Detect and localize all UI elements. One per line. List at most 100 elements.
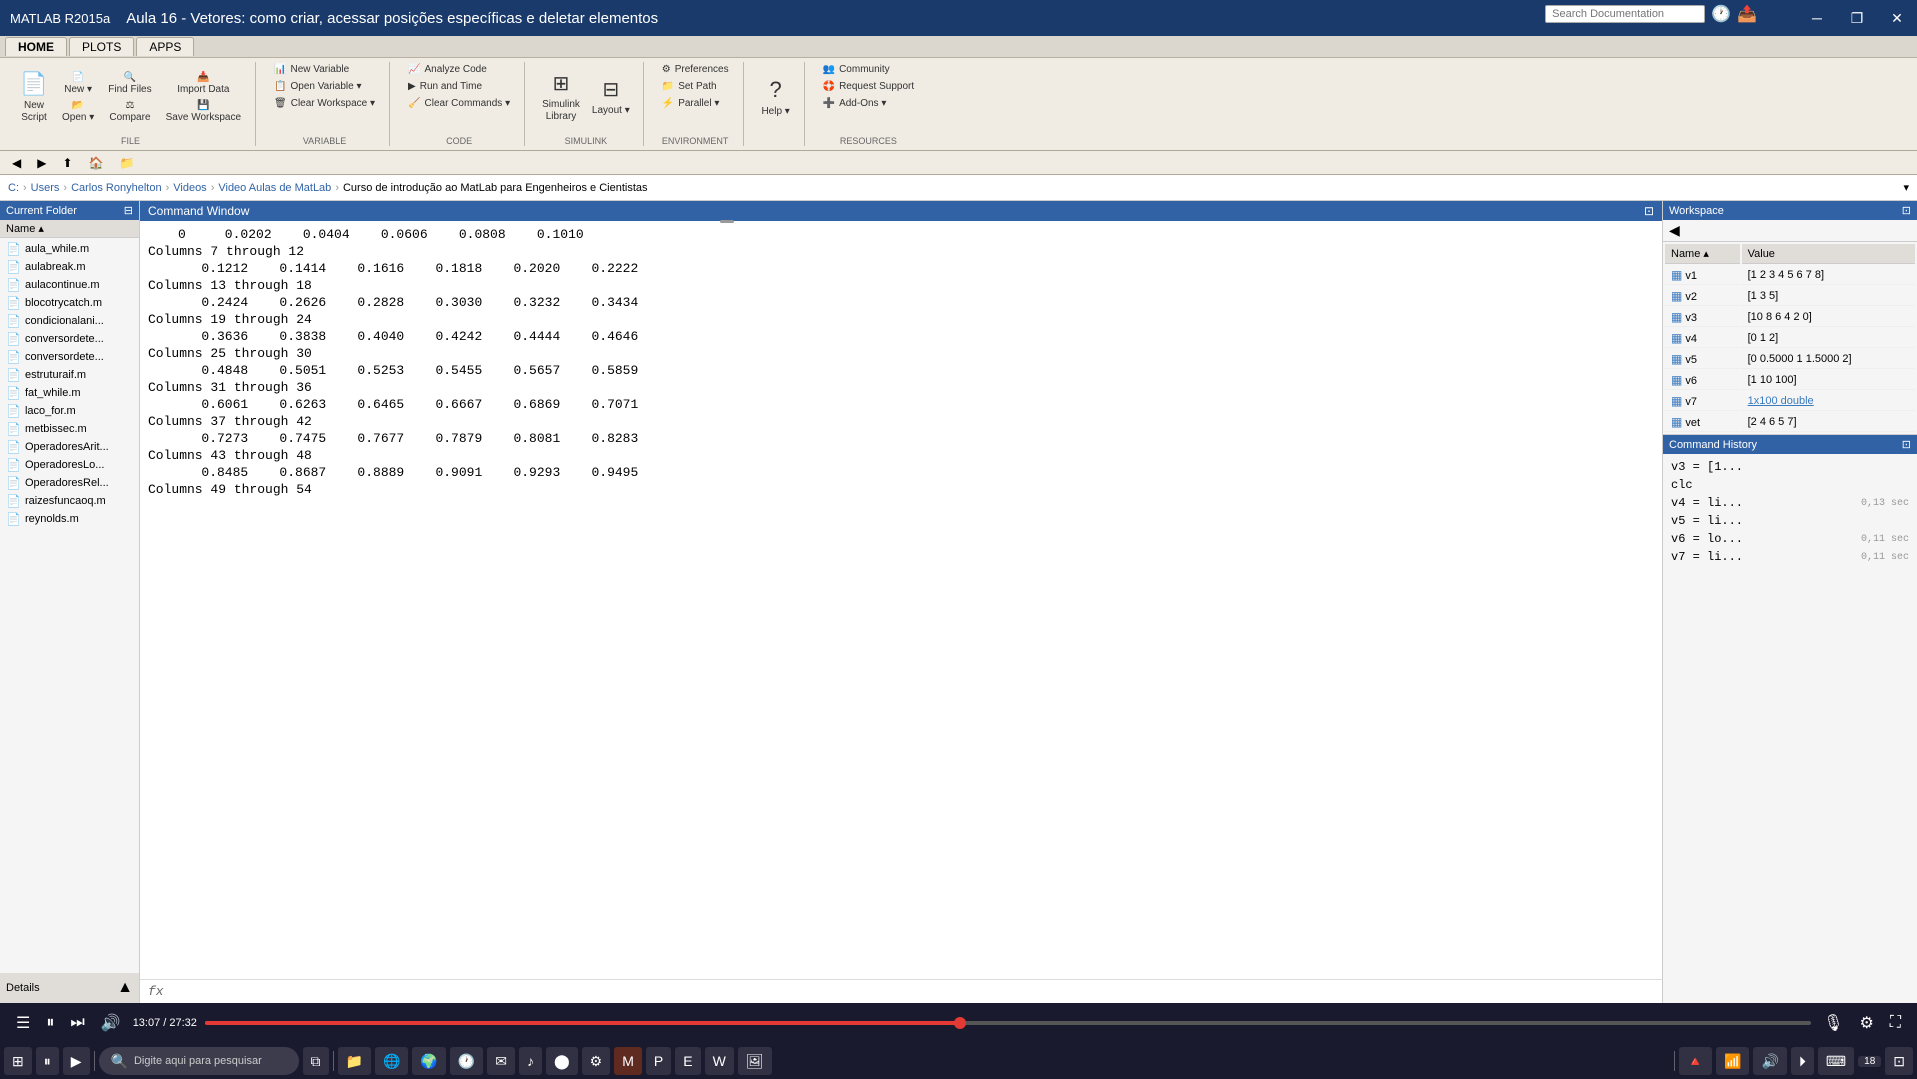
- details-collapse-icon[interactable]: ▲: [117, 979, 133, 997]
- keyboard-button[interactable]: ⌨: [1818, 1047, 1854, 1075]
- list-item[interactable]: 📄 aula_while.m: [2, 240, 137, 258]
- analyze-code-button[interactable]: 📈 Analyze Code: [402, 62, 493, 77]
- matlab-taskbar-button[interactable]: M: [614, 1047, 642, 1075]
- table-row[interactable]: ▦ vet [2 4 6 5 7]: [1665, 413, 1915, 432]
- command-prompt[interactable]: fx: [140, 979, 1662, 1003]
- start-button[interactable]: ⊞: [4, 1047, 32, 1075]
- workspace-back-button[interactable]: ◀: [1665, 222, 1684, 239]
- breadcrumb-videos[interactable]: Videos: [173, 182, 206, 194]
- close-button[interactable]: ✕: [1877, 0, 1917, 36]
- history-item[interactable]: v6 = lo... 0,11 sec: [1671, 530, 1909, 548]
- run-and-time-button[interactable]: ▶ Run and Time: [402, 79, 488, 94]
- tab-home[interactable]: HOME: [5, 37, 67, 56]
- help-button[interactable]: ? Help ▾: [756, 62, 796, 132]
- clear-workspace-button[interactable]: 🗑 Clear Workspace ▾: [268, 96, 381, 111]
- table-row[interactable]: ▦ v4 [0 1 2]: [1665, 329, 1915, 348]
- nav-home-button[interactable]: 🏠: [85, 156, 108, 170]
- nav-back-button[interactable]: ◀: [8, 156, 25, 170]
- list-item[interactable]: 📄 estruturaif.m: [2, 366, 137, 384]
- table-row[interactable]: ▦ v7 1x100 double: [1665, 392, 1915, 411]
- word-taskbar-button[interactable]: W: [705, 1047, 734, 1075]
- nav-up-button[interactable]: ⬆: [58, 156, 76, 170]
- import-data-button[interactable]: 📥 Import Data: [160, 70, 247, 97]
- tab-plots[interactable]: PLOTS: [69, 37, 134, 56]
- task-view-button[interactable]: ⧉: [303, 1047, 329, 1075]
- spotify-button[interactable]: ♪: [519, 1047, 542, 1075]
- chrome-button[interactable]: ⬤: [546, 1047, 578, 1075]
- history-item[interactable]: clc: [1671, 476, 1909, 494]
- history-panel-icon[interactable]: ⊡: [1902, 438, 1911, 451]
- next-button[interactable]: ⏭: [66, 1014, 88, 1032]
- preferences-button[interactable]: ⚙ Preferences: [656, 62, 735, 77]
- network-icon[interactable]: 📶: [1716, 1047, 1749, 1075]
- volume-button[interactable]: 🔊: [97, 1013, 125, 1033]
- var-value-link[interactable]: 1x100 double: [1748, 395, 1814, 407]
- command-input[interactable]: [170, 984, 1654, 999]
- nav-forward-button[interactable]: ▶: [33, 156, 50, 170]
- mail-button[interactable]: ✉: [487, 1047, 515, 1075]
- minimize-button[interactable]: ─: [1797, 0, 1837, 36]
- history-item[interactable]: v5 = li...: [1671, 512, 1909, 530]
- show-desktop-button[interactable]: ⊡: [1885, 1047, 1913, 1075]
- list-item[interactable]: 📄 condicionalani...: [2, 312, 137, 330]
- community-button[interactable]: 👥 Community: [817, 62, 896, 77]
- parallel-button[interactable]: ⚡ Parallel ▾: [656, 96, 726, 111]
- menu-button[interactable]: ☰: [12, 1013, 34, 1033]
- layout-button[interactable]: ⊟ Layout ▾: [587, 62, 635, 132]
- file-explorer-button[interactable]: 📁: [338, 1047, 371, 1075]
- new-button[interactable]: 📄 New ▾: [56, 70, 100, 97]
- search-input[interactable]: [1545, 5, 1705, 23]
- list-item[interactable]: 📄 laco_for.m: [2, 402, 137, 420]
- list-item[interactable]: 📄 OperadoresRel...: [2, 474, 137, 492]
- settings-button[interactable]: ⚙: [1855, 1013, 1877, 1033]
- folder-panel-icon[interactable]: ⊟: [124, 204, 133, 217]
- breadcrumb-users[interactable]: Users: [31, 182, 60, 194]
- new-variable-button[interactable]: 📊 New Variable: [268, 62, 355, 77]
- system-icons[interactable]: 🔺: [1679, 1047, 1712, 1075]
- table-row[interactable]: ▦ v6 [1 10 100]: [1665, 371, 1915, 390]
- ie-button[interactable]: 🌍: [412, 1047, 445, 1075]
- history-item[interactable]: v4 = li... 0,13 sec: [1671, 494, 1909, 512]
- list-item[interactable]: 📄 aulacontinue.m: [2, 276, 137, 294]
- system-clock[interactable]: 18: [1858, 1056, 1881, 1067]
- clear-commands-button[interactable]: 🧹 Clear Commands ▾: [402, 96, 516, 111]
- tab-apps[interactable]: APPS: [136, 37, 194, 56]
- open-button[interactable]: 📂 Open ▾: [56, 98, 100, 125]
- fullscreen-button[interactable]: ⛶: [1886, 1014, 1905, 1032]
- simulink-button[interactable]: ⊞ SimulinkLibrary: [537, 62, 585, 132]
- breadcrumb-expand-icon[interactable]: ▾: [1903, 181, 1909, 194]
- playback-button[interactable]: ⏵: [1791, 1047, 1814, 1075]
- taskbar-play[interactable]: ▶: [63, 1047, 90, 1075]
- request-support-button[interactable]: 🛟 Request Support: [817, 79, 921, 94]
- list-item[interactable]: 📄 raizesfuncaoq.m: [2, 492, 137, 510]
- open-variable-button[interactable]: 📋 Open Variable ▾: [268, 79, 367, 94]
- volume-icon[interactable]: 🔊: [1753, 1047, 1786, 1075]
- list-item[interactable]: 📄 metbissec.m: [2, 420, 137, 438]
- powerpoint-taskbar-button[interactable]: P: [646, 1047, 671, 1075]
- workspace-panel-icon[interactable]: ⊡: [1902, 204, 1911, 217]
- taskbar-pause[interactable]: ⏸: [36, 1047, 59, 1075]
- taskbar-search[interactable]: 🔍 Digite aqui para pesquisar: [99, 1047, 299, 1075]
- compare-button[interactable]: ⚖ Compare: [102, 98, 157, 125]
- progress-track[interactable]: [205, 1021, 1811, 1025]
- list-item[interactable]: 📄 conversordete...: [2, 330, 137, 348]
- table-row[interactable]: ▦ v1 [1 2 3 4 5 6 7 8]: [1665, 266, 1915, 285]
- mic-button[interactable]: 🎙: [1819, 1013, 1847, 1033]
- history-item[interactable]: v7 = li... 0,11 sec: [1671, 548, 1909, 566]
- breadcrumb-matlab[interactable]: Video Aulas de MatLab: [218, 182, 331, 194]
- table-row[interactable]: ▦ v2 [1 3 5]: [1665, 287, 1915, 306]
- restore-button[interactable]: ❐: [1837, 0, 1877, 36]
- add-ons-button[interactable]: ➕ Add-Ons ▾: [817, 96, 893, 111]
- edge-button[interactable]: 🌐: [375, 1047, 408, 1075]
- list-item[interactable]: 📄 OperadoresLo...: [2, 456, 137, 474]
- command-window-expand-icon[interactable]: ⊡: [1644, 204, 1654, 218]
- photos-taskbar-button[interactable]: 🖼: [738, 1047, 772, 1075]
- excel-taskbar-button[interactable]: E: [675, 1047, 700, 1075]
- table-row[interactable]: ▦ v3 [10 8 6 4 2 0]: [1665, 308, 1915, 327]
- list-item[interactable]: 📄 conversordete...: [2, 348, 137, 366]
- nav-folder-button[interactable]: 📁: [115, 156, 138, 170]
- breadcrumb-c[interactable]: C:: [8, 182, 19, 194]
- list-item[interactable]: 📄 blocotrycatch.m: [2, 294, 137, 312]
- new-script-button[interactable]: 📄 NewScript: [14, 62, 54, 132]
- find-files-button[interactable]: 🔍 Find Files: [102, 70, 157, 97]
